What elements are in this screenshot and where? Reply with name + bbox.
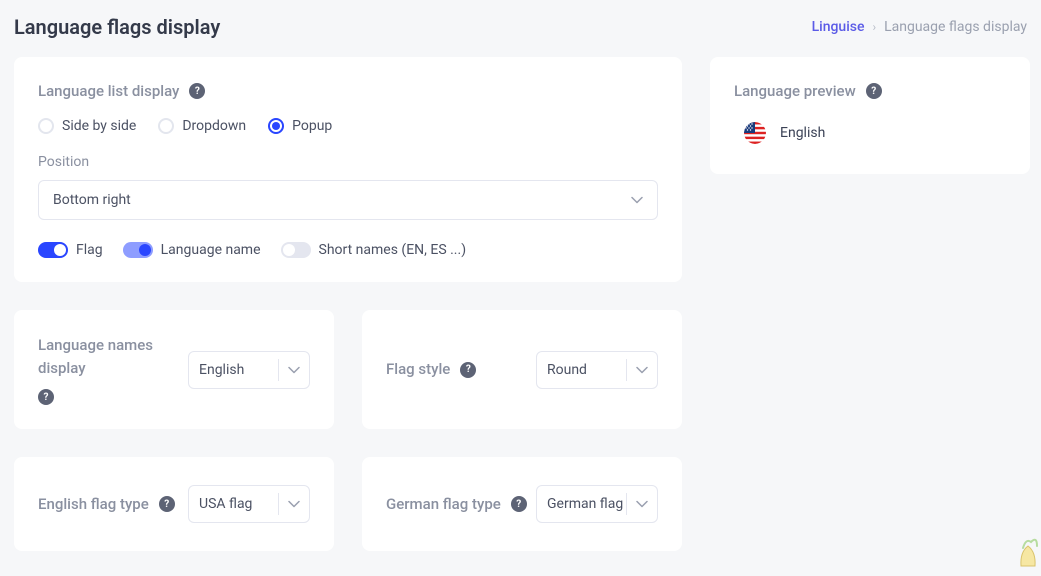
radio-label: Side by side xyxy=(62,118,136,134)
toggle-label: Short names (EN, ES ...) xyxy=(319,242,467,258)
chevron-down-icon xyxy=(627,366,657,374)
german-flag-select[interactable]: German flag xyxy=(536,485,658,523)
chevron-down-icon xyxy=(279,366,309,374)
position-select[interactable]: Bottom right xyxy=(38,180,658,220)
breadcrumb-home[interactable]: Linguise xyxy=(812,19,865,35)
preview-language-item[interactable]: English xyxy=(734,118,1006,144)
help-icon[interactable]: ? xyxy=(38,389,54,405)
language-preview-card: Language preview ? xyxy=(710,57,1030,174)
preview-language-name: English xyxy=(780,125,825,141)
select-value: Bottom right xyxy=(53,192,131,208)
toggle-short-names[interactable]: Short names (EN, ES ...) xyxy=(281,242,467,258)
help-icon[interactable]: ? xyxy=(460,362,476,378)
help-icon[interactable]: ? xyxy=(866,83,882,99)
language-preview-heading: Language preview ? xyxy=(734,82,882,100)
switch-icon xyxy=(123,242,153,258)
toggle-label: Flag xyxy=(76,242,103,258)
select-value: Round xyxy=(537,362,626,378)
radio-label: Popup xyxy=(292,118,332,134)
card-label: English flag type ? xyxy=(38,493,175,516)
radio-icon xyxy=(38,118,54,134)
breadcrumb-current: Language flags display xyxy=(884,19,1027,35)
select-value: USA flag xyxy=(189,496,278,512)
switch-icon xyxy=(281,242,311,258)
card-label: Flag style ? xyxy=(386,358,476,381)
heading-text: Language list display xyxy=(38,82,179,100)
radio-side-by-side[interactable]: Side by side xyxy=(38,118,136,134)
toggle-flag[interactable]: Flag xyxy=(38,242,103,258)
select-value: German flag xyxy=(537,496,626,512)
breadcrumb: Linguise › Language flags display xyxy=(812,19,1027,35)
label-text: English flag type xyxy=(38,493,149,516)
heading-text: Language preview xyxy=(734,82,856,100)
page-title: Language flags display xyxy=(14,15,220,39)
radio-icon xyxy=(158,118,174,134)
toggle-label: Language name xyxy=(161,242,261,258)
radio-icon xyxy=(268,118,284,134)
usa-flag-icon xyxy=(744,122,766,144)
select-value: English xyxy=(189,362,278,378)
help-icon[interactable]: ? xyxy=(159,496,175,512)
english-flag-type-card: English flag type ? USA flag xyxy=(14,457,334,551)
language-names-display-card: Language names display ? English xyxy=(14,310,334,429)
chevron-right-icon: › xyxy=(872,20,876,34)
toggle-language-name[interactable]: Language name xyxy=(123,242,261,258)
help-icon[interactable]: ? xyxy=(511,496,527,512)
switch-icon xyxy=(38,242,68,258)
radio-label: Dropdown xyxy=(182,118,246,134)
english-flag-select[interactable]: USA flag xyxy=(188,485,310,523)
german-flag-type-card: German flag type ? German flag xyxy=(362,457,682,551)
display-mode-radio-group: Side by side Dropdown Popup xyxy=(38,118,658,134)
language-list-display-card: Language list display ? Side by side Dro… xyxy=(14,57,682,282)
language-list-display-heading: Language list display ? xyxy=(38,82,205,100)
page-header: Language flags display Linguise › Langua… xyxy=(0,0,1041,57)
label-text: German flag type xyxy=(386,493,501,516)
flag-style-select[interactable]: Round xyxy=(536,351,658,389)
label-text: Flag style xyxy=(386,358,450,381)
chevron-down-icon xyxy=(627,500,657,508)
help-icon[interactable]: ? xyxy=(189,83,205,99)
radio-dropdown[interactable]: Dropdown xyxy=(158,118,246,134)
language-names-select[interactable]: English xyxy=(188,351,310,389)
label-text: Language names display xyxy=(38,334,188,379)
position-label: Position xyxy=(38,154,658,170)
chevron-down-icon xyxy=(631,196,643,204)
flag-style-card: Flag style ? Round xyxy=(362,310,682,429)
card-label: German flag type ? xyxy=(386,493,527,516)
card-label: Language names display ? xyxy=(38,334,188,405)
radio-popup[interactable]: Popup xyxy=(268,118,332,134)
chevron-down-icon xyxy=(279,500,309,508)
